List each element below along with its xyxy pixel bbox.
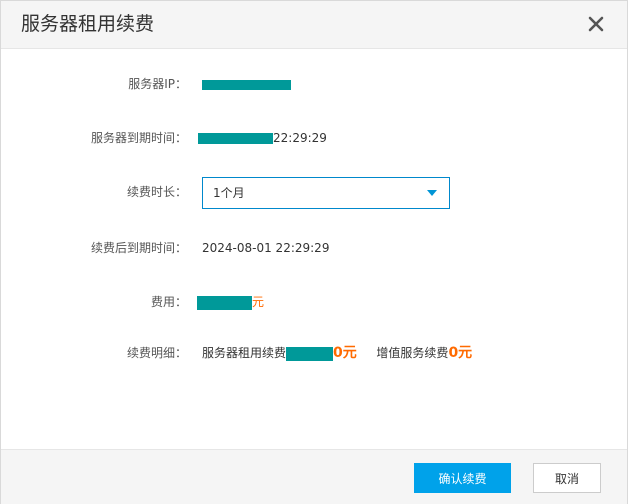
expire-time-label: 服务器到期时间： <box>90 131 187 145</box>
dialog-header: 服务器租用续费 <box>1 1 627 49</box>
close-icon[interactable] <box>584 12 608 36</box>
rent-renewal-label: 服务器租用续费 <box>202 346 287 360</box>
confirm-renewal-button[interactable]: 确认续费 <box>414 463 511 493</box>
vas-renewal-amount: 0元 <box>448 345 473 361</box>
dialog-footer: 确认续费 取消 <box>1 449 627 504</box>
fee-value: 元 <box>197 290 264 314</box>
new-expire-time-label: 续费后到期时间： <box>90 241 187 255</box>
detail-value: 服务器租用续费 0元 增值服务续费0元 <box>202 341 472 365</box>
detail-label: 续费明细： <box>126 346 187 360</box>
chevron-down-icon[interactable] <box>427 190 437 196</box>
server-ip-label: 服务器IP： <box>128 77 187 91</box>
rent-renewal-amount: 0元 <box>333 345 357 361</box>
dialog-title: 服务器租用续费 <box>21 13 155 35</box>
cancel-button[interactable]: 取消 <box>533 463 601 493</box>
redacted-block <box>286 346 334 361</box>
server-ip-row: 服务器IP： <box>1 72 627 96</box>
new-expire-time-row: 续费后到期时间： 2024-08-01 22:29:29 <box>1 236 627 260</box>
duration-selected-value: 1个月 <box>213 186 245 200</box>
redacted-block <box>202 79 291 90</box>
renewal-dialog: 服务器租用续费 服务器IP： 服务器到期时间： 22:29:29 续费时长： 1… <box>0 0 628 504</box>
expire-time-suffix: 22:29:29 <box>273 131 327 145</box>
detail-row: 续费明细： 服务器租用续费 0元 增值服务续费0元 <box>1 341 627 365</box>
new-expire-time-value: 2024-08-01 22:29:29 <box>202 241 330 255</box>
fee-label: 费用： <box>150 295 187 309</box>
duration-label: 续费时长： <box>126 185 187 199</box>
expire-time-row: 服务器到期时间： 22:29:29 <box>1 126 627 150</box>
fee-row: 费用： 元 <box>1 290 627 314</box>
redacted-block <box>198 133 273 144</box>
server-ip-value <box>202 72 291 96</box>
redacted-block <box>197 295 252 310</box>
fee-unit: 元 <box>252 295 265 309</box>
vas-renewal-label: 增值服务续费 <box>376 346 449 360</box>
duration-select[interactable]: 1个月 <box>202 177 450 209</box>
expire-time-value: 22:29:29 <box>198 126 327 150</box>
